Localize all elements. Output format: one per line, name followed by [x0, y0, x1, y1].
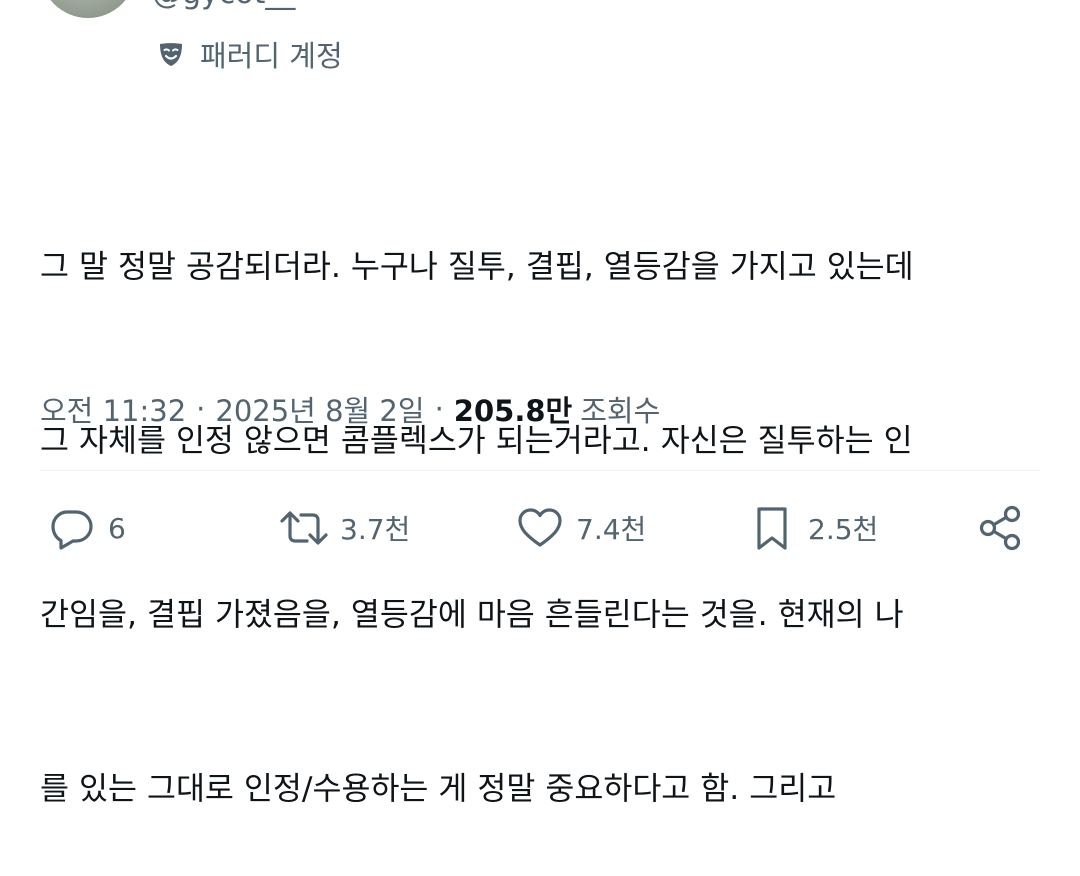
retweet-count: 3.7천 [340, 513, 411, 546]
reply-button[interactable]: 6 [44, 500, 126, 556]
share-button[interactable] [972, 500, 1028, 556]
like-button[interactable]: 7.4천 [512, 500, 646, 556]
bookmark-count: 2.5천 [808, 513, 879, 546]
parody-mask-icon [156, 39, 186, 69]
share-icon [972, 500, 1028, 556]
like-count: 7.4천 [576, 513, 647, 546]
meta-separator: · [434, 392, 444, 426]
account-label-row: 패러디 계정 [156, 34, 343, 74]
reply-count: 6 [108, 511, 126, 545]
meta-separator: · [196, 392, 206, 426]
bookmark-button[interactable]: 2.5천 [744, 500, 878, 556]
account-label: 패러디 계정 [200, 39, 343, 73]
tweet-text-line: 그 말 정말 공감되더라. 누구나 질투, 결핍, 열등감을 가지고 있는데 [40, 249, 914, 285]
tweet-meta: 오전 11:32 · 2025년 8월 2일 · 205.8만 조회수 [40, 386, 660, 432]
retweet-button[interactable]: 3.7천 [276, 500, 410, 556]
tweet-text: 그 말 정말 공감되더라. 누구나 질투, 결핍, 열등감을 가지고 있는데 그… [40, 122, 1050, 876]
tweet-text-line: 를 있는 그대로 인정/수용하는 게 정말 중요하다고 함. 그리고 [40, 771, 837, 807]
bookmark-icon [744, 500, 800, 556]
tweet-date[interactable]: 2025년 8월 2일 [215, 388, 424, 430]
divider [40, 470, 1040, 471]
heart-icon [512, 500, 568, 556]
tweet-text-line: 간임을, 결핍 가졌음을, 열등감에 마음 흔들린다는 것을. 현재의 나 [40, 597, 904, 633]
action-bar: 6 3.7천 7.4천 2.5천 [40, 500, 1030, 556]
reply-icon [44, 500, 100, 556]
views-label: 조회수 [580, 394, 661, 428]
avatar[interactable] [40, 0, 136, 18]
author-handle[interactable]: @gycot__ [152, 0, 295, 14]
views-count[interactable]: 205.8만 [454, 388, 572, 430]
tweet-time[interactable]: 오전 11:32 [40, 388, 186, 430]
retweet-icon [276, 500, 332, 556]
